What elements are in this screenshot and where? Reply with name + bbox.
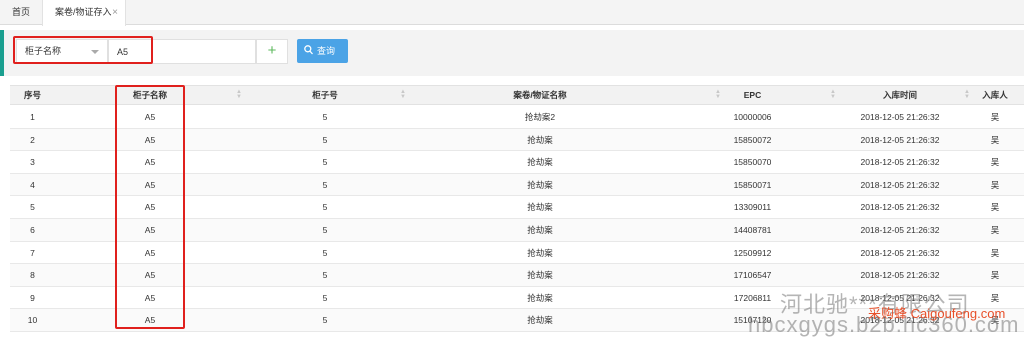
table-row[interactable]: 7 A5 5 抢劫案 12509912 2018-12-05 21:26:32 吴	[10, 242, 1024, 265]
cell-cabinet-number: 5	[322, 112, 328, 122]
cell-cabinet-number: 5	[322, 247, 328, 258]
cell-case-name: 抢劫案	[527, 247, 553, 258]
header-store-user[interactable]: 入库人	[975, 86, 1015, 106]
search-field-select[interactable]: 柜子名称	[16, 39, 108, 64]
cell-store-time: 2018-12-05 21:26:32	[860, 157, 940, 168]
cell-cabinet-number: 5	[322, 157, 328, 168]
cell-epc: 15850072	[733, 134, 772, 145]
cell-index: 4	[30, 179, 35, 190]
cell-cabinet-name: A5	[144, 270, 156, 281]
sort-icon[interactable]: ▲ ▼	[964, 89, 970, 100]
cell-store-time: 2018-12-05 21:26:32	[860, 247, 940, 258]
cell-case-name: 抢劫案	[527, 157, 553, 168]
cell-cabinet-number: 5	[322, 315, 328, 326]
select-value: 柜子名称	[25, 46, 62, 56]
cell-case-name: 抢劫案	[527, 202, 553, 213]
cell-index: 6	[30, 225, 35, 235]
header-index[interactable]: 序号	[10, 86, 55, 106]
cell-store-time: 2018-12-05 21:26:32	[860, 179, 940, 190]
query-button[interactable]: 查询	[297, 39, 348, 63]
table-row[interactable]: 1 A5 5 抢劫案2 10000006 2018-12-05 21:26:32 吴	[10, 106, 1024, 129]
header-cabinet-name[interactable]: 柜子名称	[110, 86, 190, 106]
cell-epc: 17106547	[733, 270, 772, 281]
table-row[interactable]: 6 A5 5 抢劫案 14408781 2018-12-05 21:26:32 吴	[10, 219, 1024, 242]
cell-store-user: 吴	[990, 112, 1000, 122]
cell-index: 1	[30, 112, 35, 122]
cell-case-name: 抢劫案	[527, 225, 553, 235]
cell-case-name: 抢劫案	[527, 179, 553, 190]
cell-cabinet-name: A5	[144, 134, 156, 145]
cell-store-user: 吴	[990, 202, 1000, 213]
header-case-name[interactable]: 案卷/物证名称	[405, 86, 675, 106]
cell-store-time: 2018-12-05 21:26:32	[860, 202, 940, 213]
cell-store-time: 2018-12-05 21:26:32	[860, 270, 940, 281]
search-input[interactable]	[108, 39, 256, 64]
cell-cabinet-name: A5	[144, 179, 156, 190]
tab-case-evidence-store[interactable]: 案卷/物证存入 ×	[42, 0, 126, 26]
cell-case-name: 抢劫案	[527, 134, 553, 145]
cell-cabinet-name: A5	[144, 157, 156, 168]
query-button-label: 查询	[317, 46, 336, 56]
cell-index: 5	[30, 202, 35, 213]
cell-cabinet-number: 5	[322, 225, 328, 235]
cell-case-name: 抢劫案	[527, 315, 553, 326]
cell-cabinet-number: 5	[322, 179, 328, 190]
header-store-time[interactable]: 入库时间	[830, 86, 970, 106]
watermark-brand: 采购蜂 Caigoufeng.com	[868, 306, 1006, 321]
chevron-down-icon	[91, 50, 99, 54]
cell-case-name: 抢劫案2	[524, 112, 556, 122]
cell-store-time: 2018-12-05 21:26:32	[860, 134, 940, 145]
cell-cabinet-number: 5	[322, 292, 328, 303]
cell-cabinet-name: A5	[144, 247, 156, 258]
close-icon[interactable]: ×	[112, 0, 118, 25]
search-panel: 柜子名称 + 查询	[0, 30, 1024, 76]
cell-epc: 14408781	[733, 225, 772, 235]
table-row[interactable]: 4 A5 5 抢劫案 15850071 2018-12-05 21:26:32 吴	[10, 173, 1024, 197]
cell-store-time: 2018-12-05 21:26:32	[860, 112, 940, 122]
sort-icon[interactable]: ▲ ▼	[236, 89, 242, 100]
cell-index: 2	[30, 134, 35, 145]
cell-index: 10	[27, 315, 38, 326]
table-row[interactable]: 5 A5 5 抢劫案 13309011 2018-12-05 21:26:32 吴	[10, 196, 1024, 219]
cell-case-name: 抢劫案	[527, 270, 553, 281]
cell-cabinet-name: A5	[144, 292, 156, 303]
cell-store-user: 吴	[990, 247, 1000, 258]
cell-cabinet-name: A5	[144, 315, 156, 326]
cell-cabinet-name: A5	[144, 112, 156, 122]
cell-index: 7	[30, 247, 35, 258]
cell-epc: 15850071	[733, 179, 772, 190]
cell-store-time: 2018-12-05 21:26:32	[860, 225, 940, 235]
tab-bar: 首页 案卷/物证存入 ×	[0, 0, 1024, 26]
cell-case-name: 抢劫案	[527, 292, 553, 303]
cell-index: 9	[30, 292, 35, 303]
cell-index: 3	[30, 157, 35, 168]
table-row[interactable]: 3 A5 5 抢劫案 15850070 2018-12-05 21:26:32 吴	[10, 151, 1024, 174]
cell-epc: 15850070	[733, 157, 772, 168]
tab-label: 案卷/物证存入	[55, 7, 112, 17]
cell-cabinet-name: A5	[144, 202, 156, 213]
cell-epc: 12509912	[733, 247, 772, 258]
table-row[interactable]: 8 A5 5 抢劫案 17106547 2018-12-05 21:26:32 吴	[10, 264, 1024, 287]
header-cabinet-number[interactable]: 柜子号	[250, 86, 400, 106]
table-header: 序号 柜子名称 ▲ ▼ 柜子号 ▲ ▼ 案卷/物证名称 ▲ ▼ EPC ▲ ▼ 入库时间…	[10, 85, 1024, 105]
tab-home[interactable]: 首页	[0, 0, 42, 25]
cell-cabinet-number: 5	[322, 270, 328, 281]
cell-epc: 10000006	[733, 112, 772, 122]
cell-store-user: 吴	[990, 270, 1000, 281]
header-epc[interactable]: EPC	[690, 86, 815, 106]
cell-index: 8	[30, 270, 35, 281]
add-condition-button[interactable]: +	[256, 39, 288, 64]
search-icon	[304, 45, 313, 55]
cell-store-user: 吴	[990, 179, 1000, 190]
cell-store-user: 吴	[990, 134, 1000, 145]
cell-cabinet-number: 5	[322, 134, 328, 145]
cell-store-user: 吴	[990, 157, 1000, 168]
cell-epc: 13309011	[733, 202, 772, 213]
cell-store-user: 吴	[990, 225, 1000, 235]
table-row[interactable]: 2 A5 5 抢劫案 15850072 2018-12-05 21:26:32 吴	[10, 128, 1024, 152]
cell-cabinet-number: 5	[322, 202, 328, 213]
cell-cabinet-name: A5	[144, 225, 156, 235]
